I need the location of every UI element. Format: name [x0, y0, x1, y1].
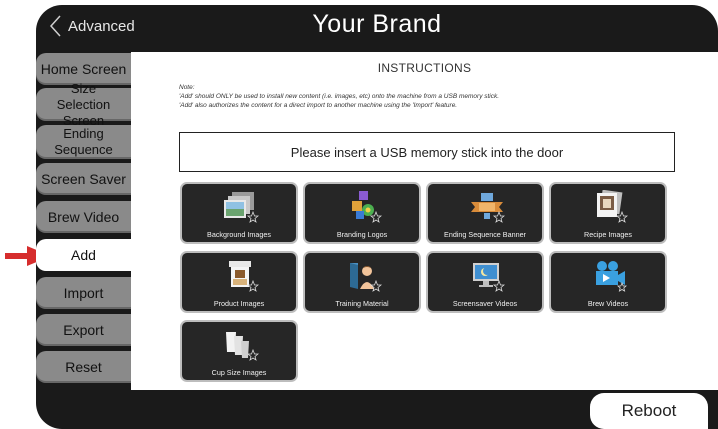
tile-ending-sequence-banner[interactable]: Ending Sequence Banner	[426, 182, 544, 244]
note-line: Note:	[179, 84, 195, 91]
recipe-photo-icon	[597, 190, 628, 223]
device-screen: Advanced Your Brand Home Screen Size Sel…	[36, 5, 718, 429]
tile-label: Branding Logos	[336, 230, 388, 239]
note-line: 'Add' should ONLY be used to install new…	[179, 93, 500, 100]
tile-label: Product Images	[213, 299, 265, 308]
logos-icon	[352, 191, 382, 223]
sidebar-item-label: Import	[63, 285, 104, 301]
tile-branding-logos[interactable]: Branding Logos	[303, 182, 421, 244]
page-title: Your Brand	[312, 10, 442, 38]
tile-product-images[interactable]: Product Images	[180, 251, 298, 313]
instructions-title: INSTRUCTIONS	[377, 61, 472, 75]
tile-label: Ending Sequence Banner	[444, 230, 526, 239]
sidebar-item-brew-video[interactable]: Brew Video	[36, 201, 131, 233]
tile-background-images[interactable]: Background Images	[180, 182, 298, 244]
bottom-bar: Reboot	[36, 390, 718, 429]
sidebar-item-label: Reset	[65, 359, 102, 375]
reboot-button[interactable]: Reboot	[590, 393, 708, 429]
tile-label: Background Images	[207, 230, 271, 239]
instructions-note: Note: 'Add' should ONLY be used to insta…	[179, 83, 499, 110]
sidebar-item-size-selection-screen[interactable]: Size Selection Screen	[36, 81, 131, 128]
tile-label: Recipe Images	[584, 230, 632, 239]
usb-message-box: Please insert a USB memory stick into th…	[179, 132, 675, 172]
sidebar-item-label: Ending Sequence	[54, 126, 113, 157]
sidebar-item-label: Screen Saver	[41, 171, 126, 187]
usb-message: Please insert a USB memory stick into th…	[290, 144, 564, 160]
sidebar-item-screen-saver[interactable]: Screen Saver	[36, 163, 131, 195]
cups-icon	[226, 332, 259, 361]
sidebar-item-ending-sequence[interactable]: Ending Sequence	[36, 125, 131, 159]
tile-label: Brew Videos	[587, 299, 629, 308]
sidebar-item-reset[interactable]: Reset	[36, 351, 131, 383]
content-panel: INSTRUCTIONS Note: 'Add' should ONLY be …	[131, 52, 718, 390]
sidebar-item-label: Brew Video	[47, 209, 120, 225]
top-bar: Advanced Your Brand	[36, 5, 718, 47]
tile-brew-videos[interactable]: Brew Videos	[549, 251, 667, 313]
tile-cup-size-images[interactable]: Cup Size Images	[180, 320, 298, 382]
image-stack-icon	[224, 192, 259, 223]
product-icon	[229, 261, 259, 292]
screensaver-icon	[473, 263, 505, 292]
tile-label: Screensaver Videos	[452, 299, 518, 308]
tile-screensaver-videos[interactable]: Screensaver Videos	[426, 251, 544, 313]
sidebar-item-label: Add	[71, 247, 96, 263]
sidebar-item-label: Export	[63, 322, 104, 338]
tile-label: Cup Size Images	[211, 368, 267, 377]
tile-training-material[interactable]: Training Material	[303, 251, 421, 313]
note-line: 'Add' also authorizes the content for a …	[179, 102, 458, 109]
tile-recipe-images[interactable]: Recipe Images	[549, 182, 667, 244]
sidebar-item-import[interactable]: Import	[36, 277, 131, 309]
banner-icon	[471, 193, 505, 223]
training-icon	[350, 263, 382, 292]
sidebar-item-add[interactable]: Add	[36, 239, 131, 271]
tile-label: Training Material	[335, 299, 389, 308]
video-camera-icon	[596, 261, 628, 292]
sidebar-item-label: Size Selection Screen	[56, 80, 111, 128]
sidebar-item-label: Home Screen	[40, 61, 127, 77]
sidebar-item-export[interactable]: Export	[36, 314, 131, 346]
